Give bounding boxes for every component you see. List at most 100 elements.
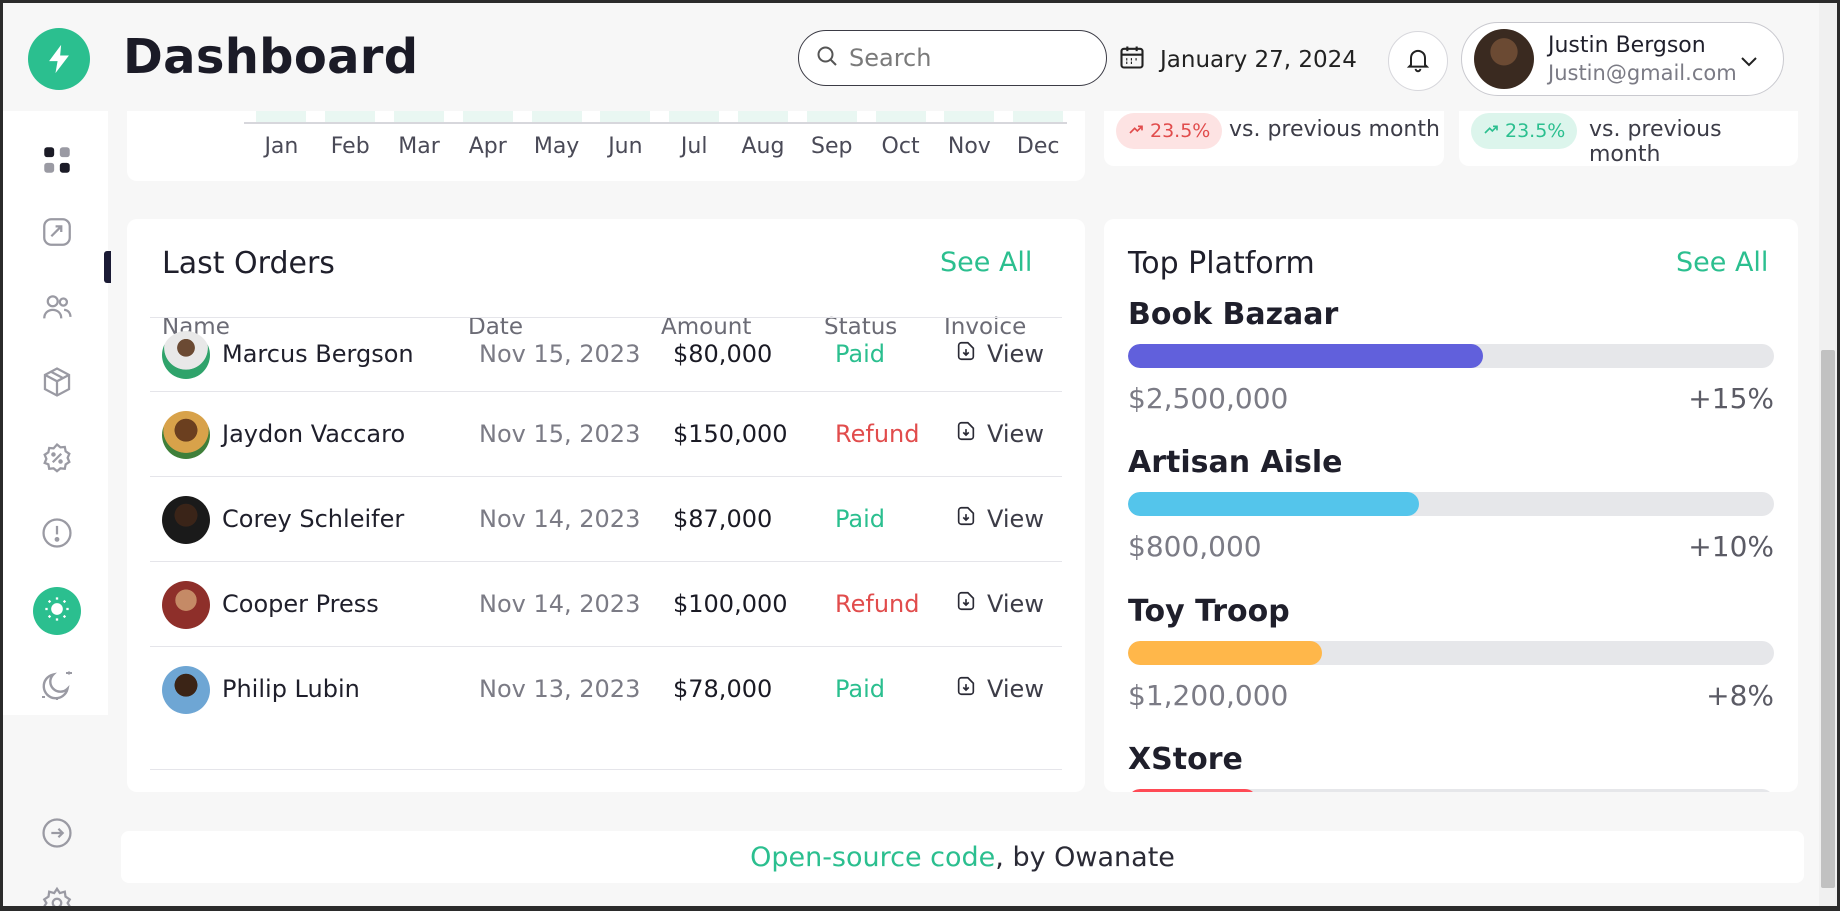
view-label: View [987,420,1044,448]
notifications-button[interactable] [1388,31,1448,91]
month-bar [393,111,444,122]
invoice-download-icon [955,675,977,703]
month-bar [1013,111,1064,122]
month-label: Jul [680,134,708,159]
month-label: Aug [741,134,785,159]
platform-progress-track [1128,641,1774,665]
view-invoice-button[interactable]: View [955,340,1044,368]
logout-icon[interactable] [36,812,78,854]
customer-name: Corey Schleifer [222,505,405,533]
sales-chart-card: Jan Feb Mar Apr May Jun Jul Aug Sep Oct Nov Dec [127,111,1085,181]
month-bar [669,111,720,122]
month-label: Sep [811,134,853,159]
chevron-down-icon[interactable] [1737,49,1761,77]
page-title: Dashboard [123,29,419,85]
light-mode-button[interactable] [33,587,81,635]
card-title: Last Orders [162,246,335,281]
platform-progress-track [1128,344,1774,368]
table-bottom-border [150,769,1062,770]
trend-up-icon [1483,120,1499,142]
search-box[interactable] [798,30,1107,86]
comparison-label: vs. previous month [1589,117,1722,167]
table-row[interactable]: Philip Lubin Nov 13, 2023 $78,000 Paid View [150,646,1062,731]
platform-name: Toy Troop [1128,594,1290,629]
table-row[interactable]: Cooper Press Nov 14, 2023 $100,000 Refund Vi… [150,561,1062,646]
month-tick: Aug [729,111,798,159]
scrollbar-thumb[interactable] [1821,350,1835,888]
month-tick: Oct [866,111,935,159]
logo-lightning-icon[interactable] [28,28,90,90]
customer-name: Cooper Press [222,590,379,618]
box-icon[interactable] [36,361,78,403]
view-invoice-button[interactable]: View [955,505,1044,533]
users-icon[interactable] [36,286,78,328]
month-bar [944,111,995,122]
info-icon[interactable] [36,512,78,554]
month-bar [256,111,307,122]
open-source-link[interactable]: Open-source code [750,842,995,873]
view-invoice-button[interactable]: View [955,590,1044,618]
settings-icon[interactable] [36,886,78,906]
platform-name: XStore [1128,742,1243,777]
invoice-download-icon [955,340,977,368]
top-header: Dashboard January 27, 2024 Justin Bergso… [3,3,1819,111]
month-tick: Nov [935,111,1004,159]
discount-icon[interactable] [36,437,78,479]
month-label: Jun [608,134,643,159]
month-label: Mar [398,134,440,159]
dashboard-icon[interactable] [36,139,78,181]
current-date: January 27, 2024 [1160,47,1357,73]
stat-card-2: 23.5% vs. previous month [1459,111,1798,167]
search-input[interactable] [849,44,1089,72]
order-date: Nov 15, 2023 [479,340,641,368]
order-status: Paid [835,505,886,533]
order-status: Paid [835,340,886,368]
avatar [162,331,210,379]
avatar [162,581,210,629]
table-row[interactable]: Corey Schleifer Nov 14, 2023 $87,000 Paid Vi… [150,476,1062,561]
platform-progress-fill [1128,789,1258,792]
order-amount: $100,000 [673,590,788,618]
last-orders-card: Last Orders See All Name Date Amount Sta… [127,219,1085,792]
customer-name: Philip Lubin [222,675,360,703]
footer: Open-source code , by Owanate [121,831,1804,883]
customer-name: Jaydon Vaccaro [222,420,406,448]
order-status: Paid [835,675,886,703]
month-tick: Mar [385,111,454,159]
month-label: Apr [468,134,507,159]
month-bar [875,111,926,122]
month-tick: Apr [453,111,522,159]
avatar [162,411,210,459]
table-row[interactable]: Marcus Bergson Nov 15, 2023 $80,000 Paid Vie… [150,317,1062,391]
month-label: Oct [881,134,920,159]
view-invoice-button[interactable]: View [955,420,1044,448]
platform-progress-fill [1128,492,1419,516]
date-display: January 27, 2024 [1118,43,1357,77]
view-label: View [987,590,1044,618]
stat-card-1: 23.5% vs. previous month [1104,111,1444,166]
month-bar [737,111,788,122]
platform-name: Book Bazaar [1128,297,1339,332]
view-invoice-button[interactable]: View [955,675,1044,703]
order-date: Nov 14, 2023 [479,505,641,533]
invoice-download-icon [955,590,977,618]
month-tick: Jul [660,111,729,159]
user-profile-menu[interactable]: Justin Bergson Justin@gmail.com [1461,22,1784,96]
invoice-download-icon [955,420,977,448]
platforms-see-all-link[interactable]: See All [1676,247,1768,278]
view-label: View [987,675,1044,703]
table-row[interactable]: Jaydon Vaccaro Nov 15, 2023 $150,000 Refund… [150,391,1062,476]
order-status: Refund [835,590,920,618]
bell-icon [1404,45,1432,77]
orders-see-all-link[interactable]: See All [940,247,1032,278]
top-platform-card: Top Platform See All Book Bazaar $2,500,0… [1104,219,1798,792]
platform-change: +15% [1688,382,1774,415]
month-tick: Jun [591,111,660,159]
trend-up-icon [1128,120,1144,142]
chart-icon[interactable] [36,211,78,253]
month-bar [600,111,651,122]
platform-change: +8% [1706,679,1774,712]
moon-icon[interactable] [36,664,78,706]
month-bar [325,111,376,122]
month-label: Jan [264,134,299,159]
